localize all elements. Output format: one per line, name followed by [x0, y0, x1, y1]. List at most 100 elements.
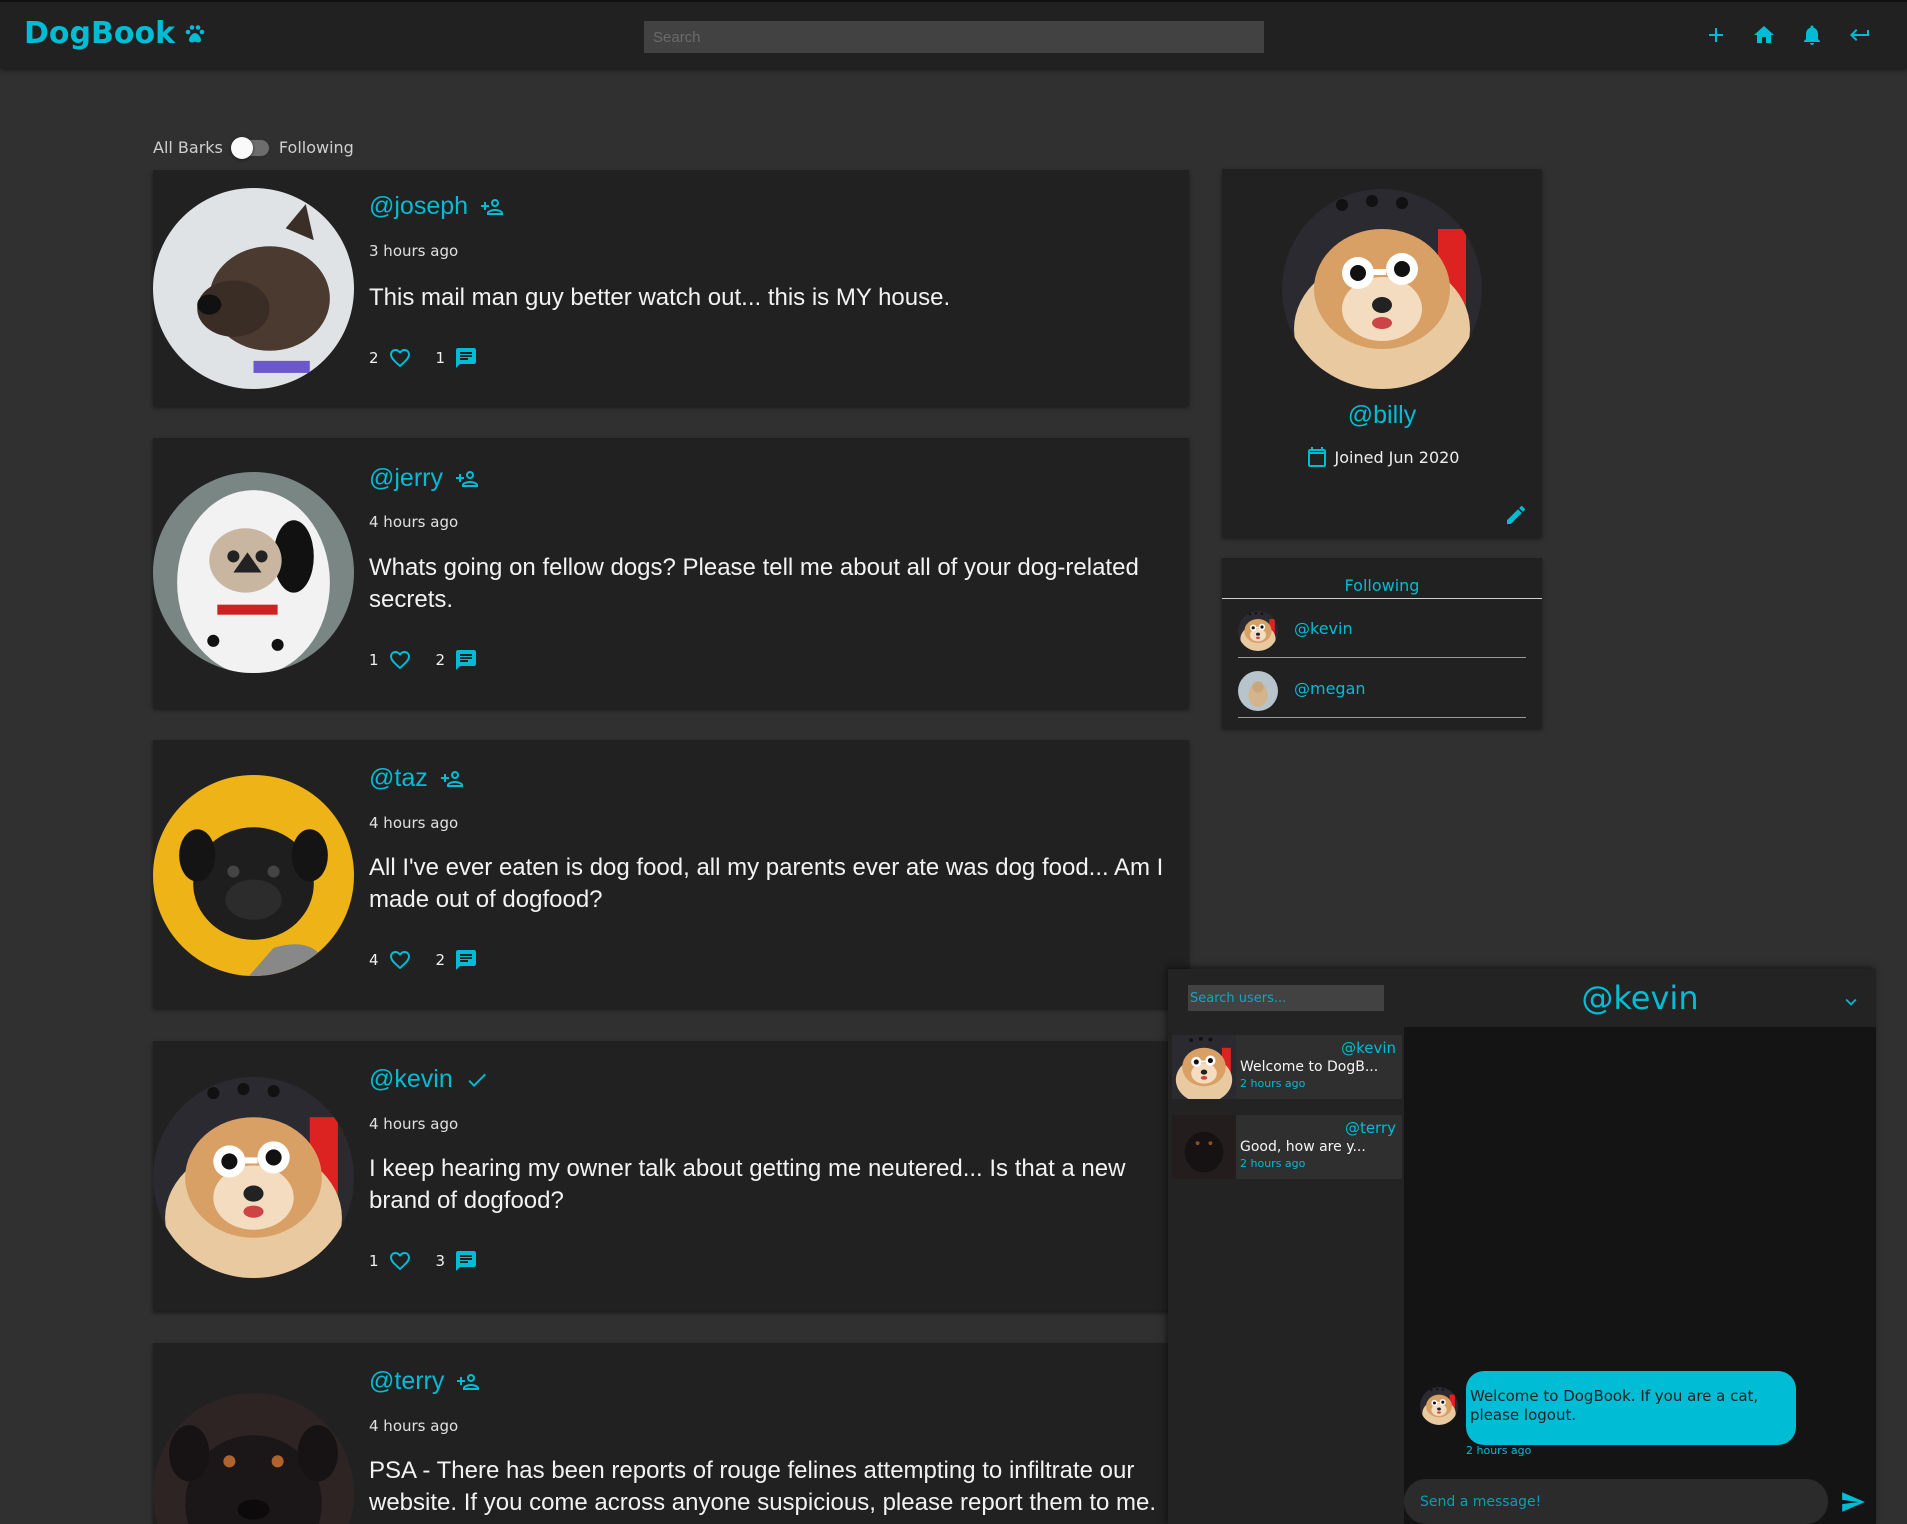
add-icon[interactable] — [1703, 22, 1729, 48]
toggle-label-following: Following — [278, 138, 354, 157]
feed-switch[interactable] — [230, 136, 269, 159]
person-add-icon[interactable] — [480, 195, 504, 219]
toggle-label-all-barks: All Barks — [153, 138, 223, 157]
post-avatar[interactable] — [153, 1393, 354, 1524]
post-card: @joseph 3 hours ago This mail man guy be… — [153, 170, 1189, 406]
heart-icon[interactable] — [388, 1249, 412, 1273]
heart-icon[interactable] — [388, 346, 412, 370]
comment-icon[interactable] — [454, 948, 478, 972]
comment-icon[interactable] — [454, 346, 478, 370]
dog-photo — [153, 188, 354, 389]
conversation-time: 2 hours ago — [1240, 1157, 1306, 1170]
person-add-icon[interactable] — [455, 467, 479, 491]
comment-count: 1 — [435, 349, 446, 367]
joined-date: Joined Jun 2020 — [1222, 445, 1542, 469]
post-avatar[interactable] — [153, 472, 354, 673]
message-input[interactable] — [1404, 1479, 1828, 1524]
following-title: Following — [1344, 576, 1420, 595]
post-avatar[interactable] — [153, 1077, 354, 1278]
joined-text: Joined Jun 2020 — [1334, 447, 1460, 467]
post-time: 4 hours ago — [369, 513, 459, 531]
home-icon[interactable] — [1751, 22, 1777, 48]
conversation-preview: Good, how are y... — [1240, 1139, 1366, 1155]
heart-icon[interactable] — [388, 948, 412, 972]
profile-dog-photo — [1282, 189, 1482, 389]
comment-count: 3 — [435, 1252, 446, 1270]
like-count: 1 — [369, 1252, 379, 1270]
post-card: @jerry 4 hours ago Whats going on fellow… — [153, 438, 1189, 708]
app-logo-text: DogBook — [24, 16, 176, 51]
post-time: 3 hours ago — [369, 242, 459, 260]
following-item[interactable]: @megan — [1238, 658, 1526, 718]
cat-in-costume-photo — [153, 472, 354, 673]
paw-icon — [185, 24, 205, 42]
pug-photo — [153, 775, 354, 976]
chat-header: @kevin — [1404, 969, 1876, 1027]
post-avatar[interactable] — [153, 775, 354, 976]
like-count: 4 — [369, 951, 379, 969]
chevron-down-icon[interactable] — [1840, 991, 1862, 1013]
message-bubble: Welcome to DogBook. If you are a cat, pl… — [1466, 1371, 1796, 1445]
send-icon[interactable] — [1840, 1489, 1866, 1515]
post-text: Whats going on fellow dogs? Please tell … — [369, 554, 1139, 613]
person-add-icon[interactable] — [456, 1370, 480, 1394]
top-app-bar: DogBook — [0, 0, 1907, 68]
profile-card: @billy Joined Jun 2020 — [1222, 169, 1542, 537]
chow-chow-photo — [153, 1077, 354, 1278]
chat-window: @kevin Welcome to DogBook. If you are a … — [1404, 969, 1876, 1524]
comment-icon[interactable] — [454, 1249, 478, 1273]
following-avatar — [1238, 671, 1278, 711]
conversation-avatar — [1172, 1035, 1236, 1099]
post-time: 4 hours ago — [369, 1417, 459, 1435]
post-text: This mail man guy better watch out... th… — [369, 284, 951, 311]
post-handle[interactable]: @taz — [369, 764, 428, 793]
user-search-input[interactable] — [1188, 985, 1384, 1011]
post-time: 4 hours ago — [369, 1115, 459, 1133]
person-add-icon[interactable] — [440, 767, 464, 791]
following-handle[interactable]: @megan — [1294, 679, 1366, 698]
like-count: 2 — [369, 349, 379, 367]
post-card: @kevin 4 hours ago I keep hearing my own… — [153, 1041, 1189, 1311]
conversation-item[interactable]: @terry Good, how are y... 2 hours ago — [1172, 1115, 1402, 1179]
following-avatar — [1238, 611, 1278, 651]
post-text: PSA - There has been reports of rouge fe… — [369, 1457, 1157, 1516]
profile-handle[interactable]: @billy — [1222, 401, 1542, 430]
post-handle[interactable]: @kevin — [369, 1065, 453, 1094]
comment-icon[interactable] — [454, 648, 478, 672]
comment-count: 2 — [435, 651, 446, 669]
post-handle[interactable]: @terry — [369, 1367, 444, 1396]
conversation-avatar — [1172, 1115, 1236, 1179]
bell-icon[interactable] — [1799, 22, 1825, 48]
message-time: 2 hours ago — [1466, 1444, 1532, 1457]
following-card: Following @kevin @megan — [1222, 558, 1542, 728]
message-avatar — [1420, 1387, 1458, 1425]
post-avatar[interactable] — [153, 188, 354, 389]
messenger-panel: @kevin Welcome to DogB... 2 hours ago @t… — [1168, 969, 1876, 1524]
app-logo[interactable]: DogBook — [24, 16, 207, 51]
post-text: All I've ever eaten is dog food, all my … — [369, 854, 1164, 913]
conversation-name: @kevin — [1341, 1039, 1396, 1057]
logout-icon[interactable] — [1847, 22, 1873, 48]
calendar-icon — [1307, 447, 1326, 467]
post-card: @terry 4 hours ago PSA - There has been … — [153, 1343, 1189, 1524]
pitbull-photo — [153, 1393, 354, 1524]
profile-avatar[interactable] — [1282, 189, 1482, 389]
post-card: @taz 4 hours ago All I've ever eaten is … — [153, 740, 1189, 1008]
heart-icon[interactable] — [388, 648, 412, 672]
comment-count: 2 — [435, 951, 446, 969]
conversation-preview: Welcome to DogB... — [1240, 1059, 1379, 1075]
search-input[interactable] — [644, 21, 1264, 53]
post-handle[interactable]: @jerry — [369, 464, 443, 493]
conversation-name: @terry — [1344, 1119, 1396, 1137]
conversation-list: @kevin Welcome to DogB... 2 hours ago @t… — [1168, 969, 1404, 1524]
post-time: 4 hours ago — [369, 814, 459, 832]
check-icon[interactable] — [465, 1068, 489, 1092]
conversation-time: 2 hours ago — [1240, 1077, 1306, 1090]
following-handle[interactable]: @kevin — [1294, 619, 1353, 638]
conversation-item[interactable]: @kevin Welcome to DogB... 2 hours ago — [1172, 1035, 1402, 1099]
like-count: 1 — [369, 651, 379, 669]
post-handle[interactable]: @joseph — [369, 192, 468, 221]
following-item[interactable]: @kevin — [1238, 598, 1526, 658]
post-text: I keep hearing my owner talk about getti… — [369, 1155, 1126, 1214]
edit-profile-icon[interactable] — [1504, 503, 1528, 527]
